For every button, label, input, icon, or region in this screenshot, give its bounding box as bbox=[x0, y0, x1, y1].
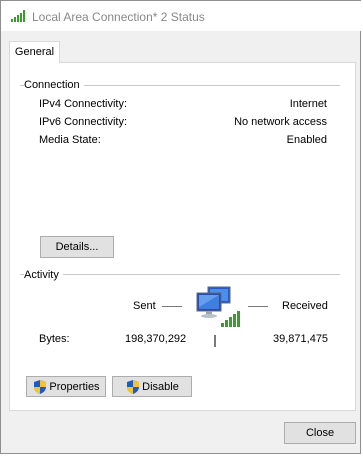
uac-shield-icon bbox=[127, 379, 140, 394]
sent-connector-line bbox=[162, 306, 182, 307]
window-title: Local Area Connection* 2 Status bbox=[32, 10, 205, 24]
activity-divider bbox=[20, 274, 340, 275]
details-button[interactable]: Details... bbox=[40, 236, 114, 258]
activity-group-label: Activity bbox=[24, 269, 63, 281]
properties-button[interactable]: Properties bbox=[26, 376, 106, 397]
received-connector-line bbox=[248, 306, 268, 307]
bytes-sent-value: 198,370,292 bbox=[125, 333, 187, 345]
ipv4-connectivity-value: Internet bbox=[289, 98, 327, 110]
general-panel: Connection IPv4 Connectivity: Internet I… bbox=[9, 62, 356, 411]
ipv4-connectivity-label: IPv4 Connectivity: bbox=[39, 98, 128, 110]
title-bar[interactable]: Local Area Connection* 2 Status bbox=[1, 1, 362, 31]
close-button[interactable]: Close bbox=[284, 422, 356, 444]
sent-label: Sent bbox=[133, 300, 156, 312]
bytes-received-value: 39,871,475 bbox=[273, 333, 329, 345]
media-state-value: Enabled bbox=[286, 134, 327, 146]
disable-button-label: Disable bbox=[142, 380, 179, 393]
activity-divider-bar bbox=[214, 335, 216, 347]
wifi-signal-icon bbox=[11, 10, 25, 22]
tab-general[interactable]: General bbox=[9, 41, 60, 63]
bytes-label: Bytes: bbox=[39, 333, 70, 345]
status-dialog: Local Area Connection* 2 Status General … bbox=[0, 0, 362, 454]
media-state-label: Media State: bbox=[39, 134, 101, 146]
ipv6-connectivity-label: IPv6 Connectivity: bbox=[39, 116, 128, 128]
properties-button-label: Properties bbox=[49, 380, 100, 393]
uac-shield-icon bbox=[34, 379, 47, 394]
ipv6-connectivity-value: No network access bbox=[234, 116, 327, 128]
disable-button[interactable]: Disable bbox=[112, 376, 192, 397]
received-label: Received bbox=[282, 300, 328, 312]
network-computers-icon bbox=[196, 286, 240, 327]
connection-group-label: Connection bbox=[24, 79, 84, 91]
